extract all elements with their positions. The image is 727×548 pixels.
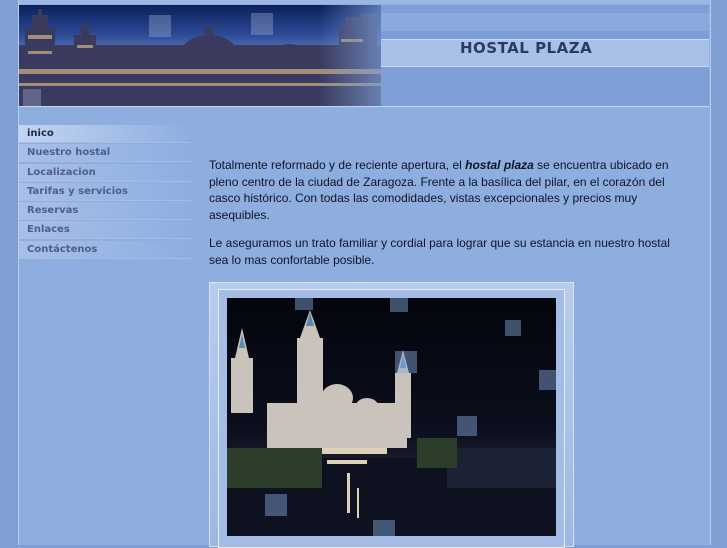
- header-band-top: [381, 13, 709, 31]
- basilica-night-photo: [227, 298, 556, 536]
- nav-item-inicio[interactable]: inico: [19, 125, 191, 143]
- nav-item-contactenos[interactable]: Contáctenos: [19, 240, 191, 259]
- nav-item-reservas[interactable]: Reservas: [19, 202, 191, 220]
- welcome-paragraph: Le aseguramos un trato familiar y cordia…: [209, 236, 670, 267]
- nav-item-nuestro-hostal[interactable]: Nuestro hostal: [19, 144, 191, 163]
- site-title: HOSTAL PLAZA: [460, 39, 593, 57]
- nav-item-tarifas[interactable]: Tarifas y servicios: [19, 182, 191, 201]
- main-content: Totalmente reformado y de reciente apert…: [209, 157, 691, 280]
- nav-item-enlaces[interactable]: Enlaces: [19, 221, 191, 240]
- hostal-name-emphasis: hostal plaza: [465, 158, 534, 172]
- intro-paragraph: Totalmente reformado y de reciente apert…: [209, 157, 691, 223]
- main-nav: inico Nuestro hostal Localizacion Tarifa…: [19, 125, 191, 260]
- nav-item-label: inico: [27, 128, 54, 139]
- intro-text-start: Totalmente reformado y de reciente apert…: [209, 158, 466, 172]
- top-line: [19, 0, 709, 4]
- photo-frame: [209, 282, 574, 548]
- nav-item-localizacion[interactable]: Localizacion: [19, 163, 191, 182]
